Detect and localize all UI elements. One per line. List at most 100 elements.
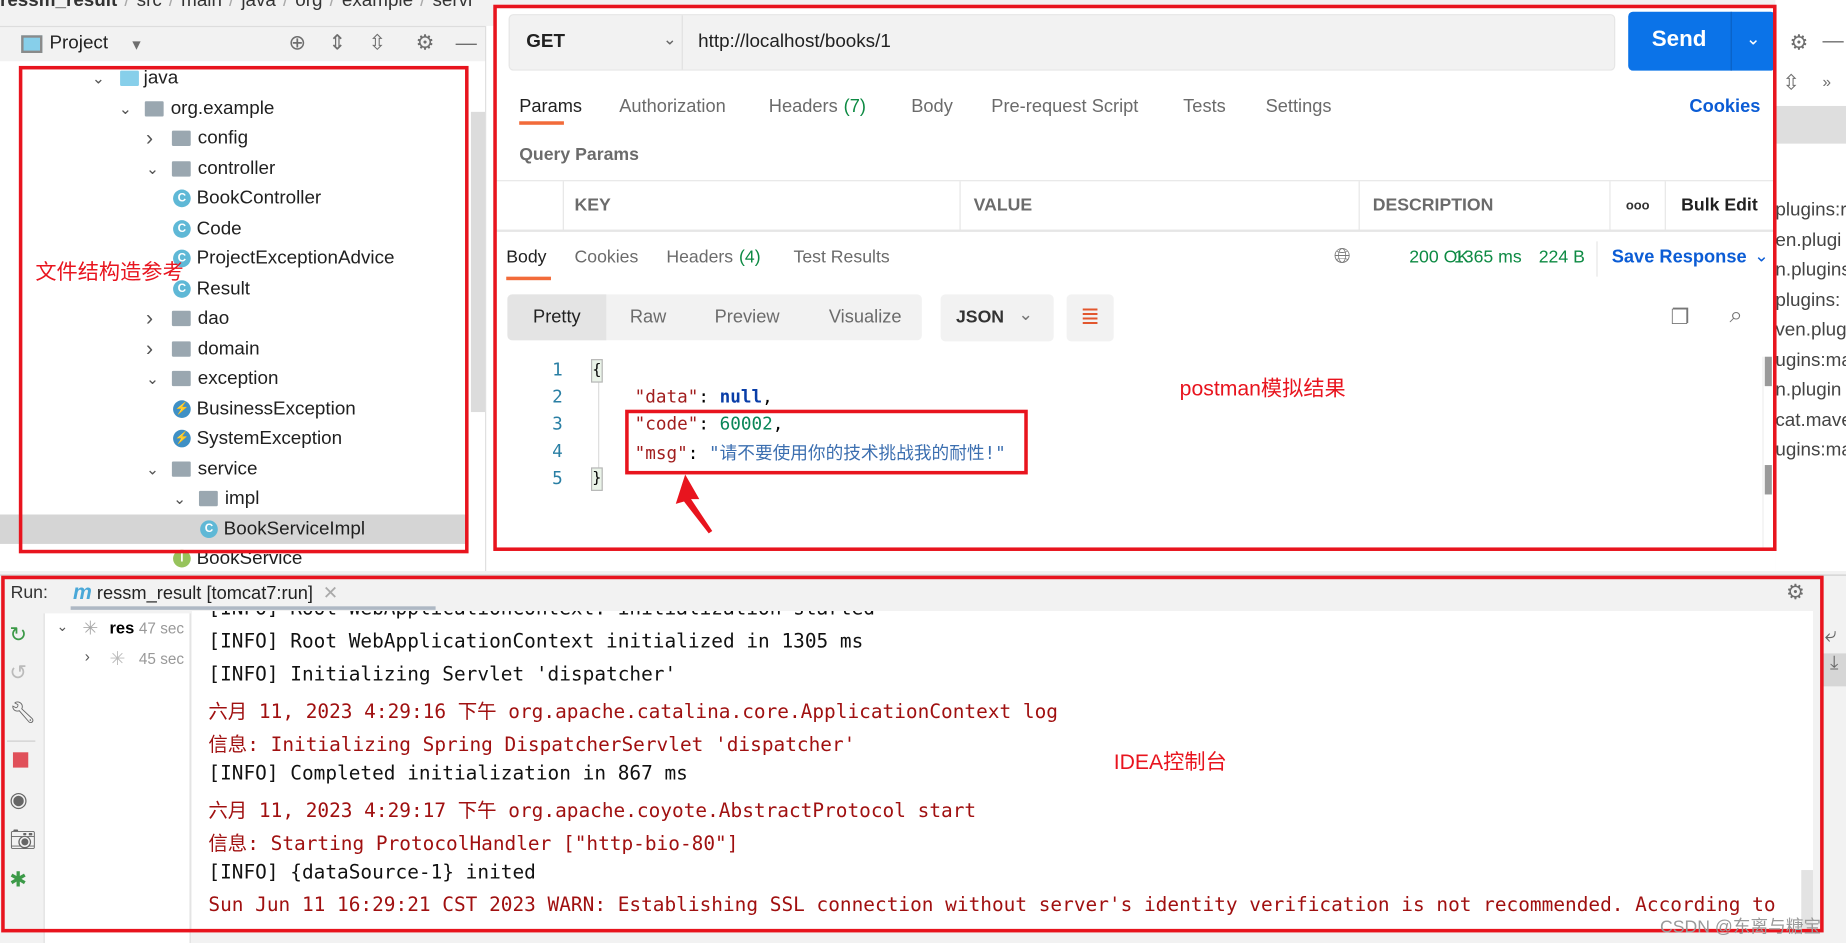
gear-icon[interactable]: ⚙ bbox=[416, 31, 435, 56]
tab-tests[interactable]: Tests bbox=[1183, 97, 1226, 118]
cookies-link[interactable]: Cookies bbox=[1689, 97, 1760, 118]
maven-list-item[interactable]: n.plugins bbox=[1775, 260, 1846, 281]
view-visualize[interactable]: Visualize bbox=[829, 294, 902, 340]
copy-icon[interactable]: ❐ bbox=[1671, 305, 1690, 330]
tree-item-controller[interactable]: ⌄ controller bbox=[0, 154, 469, 183]
breadcrumb-item[interactable]: servi bbox=[432, 0, 472, 11]
maven-list-item[interactable]: ugins:ma bbox=[1775, 350, 1846, 371]
breadcrumb-item[interactable]: main bbox=[181, 0, 222, 11]
chevron-down-icon[interactable]: ⌄ bbox=[146, 454, 159, 483]
wrench-icon[interactable]: 🔧︎ bbox=[9, 700, 36, 725]
globe-icon[interactable]: 🌐︎ bbox=[1334, 244, 1351, 269]
maven-list-item[interactable]: n.plugin bbox=[1775, 380, 1841, 401]
run-tree-item[interactable]: res bbox=[109, 618, 134, 637]
tree-item-exception[interactable]: ⌄ exception bbox=[0, 364, 469, 393]
chevron-right-icon[interactable]: › bbox=[146, 334, 153, 363]
scroll-to-end-icon[interactable]: ⤓ bbox=[1822, 653, 1846, 687]
chevron-down-icon[interactable]: ⌄ bbox=[92, 64, 105, 93]
chevron-right-icon[interactable]: › bbox=[146, 124, 153, 153]
chevron-down-icon[interactable]: ⌄ bbox=[663, 29, 677, 49]
chevron-down-icon[interactable]: ⌄ bbox=[1754, 245, 1769, 266]
view-raw[interactable]: Raw bbox=[630, 294, 667, 340]
tree-item-org-example[interactable]: ⌄ org.example bbox=[0, 94, 469, 123]
chevron-right-icon[interactable]: › bbox=[85, 648, 90, 666]
response-tab-test-results[interactable]: Test Results bbox=[794, 247, 890, 267]
collapse-all-icon[interactable]: ⇳ bbox=[368, 31, 386, 56]
tree-item-domain[interactable]: › domain bbox=[0, 334, 469, 363]
gear-icon[interactable]: ⚙ bbox=[1789, 31, 1808, 56]
collapse-icon[interactable]: ⇳ bbox=[1782, 71, 1800, 96]
breadcrumb-item[interactable]: java bbox=[241, 0, 276, 11]
url-input[interactable]: http://localhost/books/1 bbox=[698, 32, 891, 53]
tab-authorization[interactable]: Authorization bbox=[619, 97, 726, 118]
bug-icon[interactable]: ✱ bbox=[9, 868, 27, 893]
bulk-edit-button[interactable]: Bulk Edit bbox=[1681, 195, 1758, 215]
response-tab-cookies[interactable]: Cookies bbox=[575, 247, 639, 267]
tree-item-service[interactable]: ⌄ service bbox=[0, 454, 469, 483]
tree-item-config[interactable]: › config bbox=[0, 124, 469, 153]
response-tab-headers[interactable]: Headers (4) bbox=[666, 247, 760, 267]
rerun-failed-icon[interactable]: ↺ bbox=[9, 660, 27, 685]
close-icon[interactable]: ✕ bbox=[323, 584, 338, 604]
soft-wrap-icon[interactable]: ⤶ bbox=[1825, 623, 1837, 648]
run-tab[interactable]: m ressm_result [tomcat7:run] ✕ bbox=[73, 580, 338, 605]
camera-icon[interactable]: 📷︎ bbox=[9, 828, 36, 853]
tab-headers[interactable]: Headers (7) bbox=[769, 97, 866, 118]
tree-scrollbar[interactable] bbox=[470, 111, 486, 413]
send-button[interactable]: Send ⌄ bbox=[1628, 11, 1776, 71]
method-select[interactable]: GET bbox=[526, 32, 565, 53]
rerun-icon[interactable]: ↻ bbox=[9, 623, 27, 648]
chevron-down-icon[interactable]: ⌄ bbox=[146, 364, 159, 393]
console-output[interactable]: [INFO] Root WebApplicationContext: initi… bbox=[191, 611, 1814, 929]
stop-icon[interactable] bbox=[12, 752, 29, 768]
view-pretty[interactable]: Pretty bbox=[507, 294, 607, 341]
view-preview[interactable]: Preview bbox=[715, 294, 780, 340]
chevron-down-icon[interactable]: ▼ bbox=[130, 36, 144, 52]
eye-icon[interactable]: ◉ bbox=[9, 788, 28, 813]
minimize-icon[interactable]: — bbox=[1822, 28, 1843, 53]
format-select[interactable]: JSON ⌄ bbox=[940, 294, 1054, 342]
tree-item-bookcontroller[interactable]: C BookController bbox=[0, 184, 469, 213]
maven-list-item[interactable]: cat.mave bbox=[1775, 410, 1846, 431]
breadcrumb-item[interactable]: src bbox=[137, 0, 162, 11]
maven-list-item[interactable]: ven.plug bbox=[1775, 320, 1846, 341]
more-options-button[interactable]: ooo bbox=[1626, 199, 1650, 213]
gear-icon[interactable]: ⚙ bbox=[1786, 580, 1805, 605]
search-icon[interactable]: ⌕ bbox=[1729, 303, 1742, 330]
maven-list-item[interactable]: plugins: bbox=[1775, 290, 1840, 311]
save-response-button[interactable]: Save Response bbox=[1612, 247, 1747, 268]
breadcrumb-item[interactable]: org bbox=[295, 0, 322, 11]
tab-body[interactable]: Body bbox=[911, 97, 953, 118]
tree-item-code[interactable]: C Code bbox=[0, 214, 469, 243]
tree-item-impl[interactable]: ⌄ impl bbox=[0, 484, 469, 513]
chevron-down-icon[interactable]: ⌄ bbox=[1746, 28, 1761, 49]
tree-item-java[interactable]: ⌄ java bbox=[0, 64, 469, 93]
project-view-selector[interactable]: Project bbox=[49, 33, 108, 54]
chevron-down-icon[interactable]: ⌄ bbox=[146, 154, 159, 183]
expand-all-icon[interactable]: ⇕ bbox=[328, 31, 346, 56]
response-scrollbar[interactable] bbox=[1762, 356, 1772, 550]
minimize-icon[interactable]: — bbox=[456, 31, 477, 56]
more-icon[interactable]: » bbox=[1822, 73, 1831, 91]
tab-params[interactable]: Params bbox=[519, 97, 582, 118]
chevron-down-icon[interactable]: ⌄ bbox=[119, 94, 132, 123]
tree-item-bookservice[interactable]: I BookService bbox=[0, 544, 469, 573]
chevron-right-icon[interactable]: › bbox=[146, 304, 153, 333]
chevron-down-icon[interactable]: ⌄ bbox=[57, 618, 69, 634]
maven-list-item[interactable]: plugins:r bbox=[1775, 200, 1846, 221]
breadcrumb-item[interactable]: example bbox=[342, 0, 413, 11]
tree-item-dao[interactable]: › dao bbox=[0, 304, 469, 333]
tree-item-businessexception[interactable]: ⚡ BusinessException bbox=[0, 394, 469, 423]
chevron-down-icon[interactable]: ⌄ bbox=[173, 484, 186, 513]
breadcrumb-item[interactable]: ressm_result bbox=[0, 0, 117, 11]
response-tab-body[interactable]: Body bbox=[506, 247, 546, 267]
tab-label: Body bbox=[911, 96, 953, 117]
maven-list-item[interactable]: en.plugi bbox=[1775, 230, 1841, 251]
maven-list-item[interactable]: ugins:ma bbox=[1775, 440, 1846, 461]
tab-pre-request-script[interactable]: Pre-request Script bbox=[991, 97, 1138, 118]
locate-icon[interactable]: ⊕ bbox=[288, 31, 306, 56]
wrap-lines-icon[interactable]: ≣ bbox=[1066, 294, 1114, 342]
tree-item-systemexception[interactable]: ⚡ SystemException bbox=[0, 424, 469, 453]
tree-item-bookserviceimpl[interactable]: C BookServiceImpl bbox=[0, 513, 469, 544]
tab-settings[interactable]: Settings bbox=[1266, 97, 1332, 118]
